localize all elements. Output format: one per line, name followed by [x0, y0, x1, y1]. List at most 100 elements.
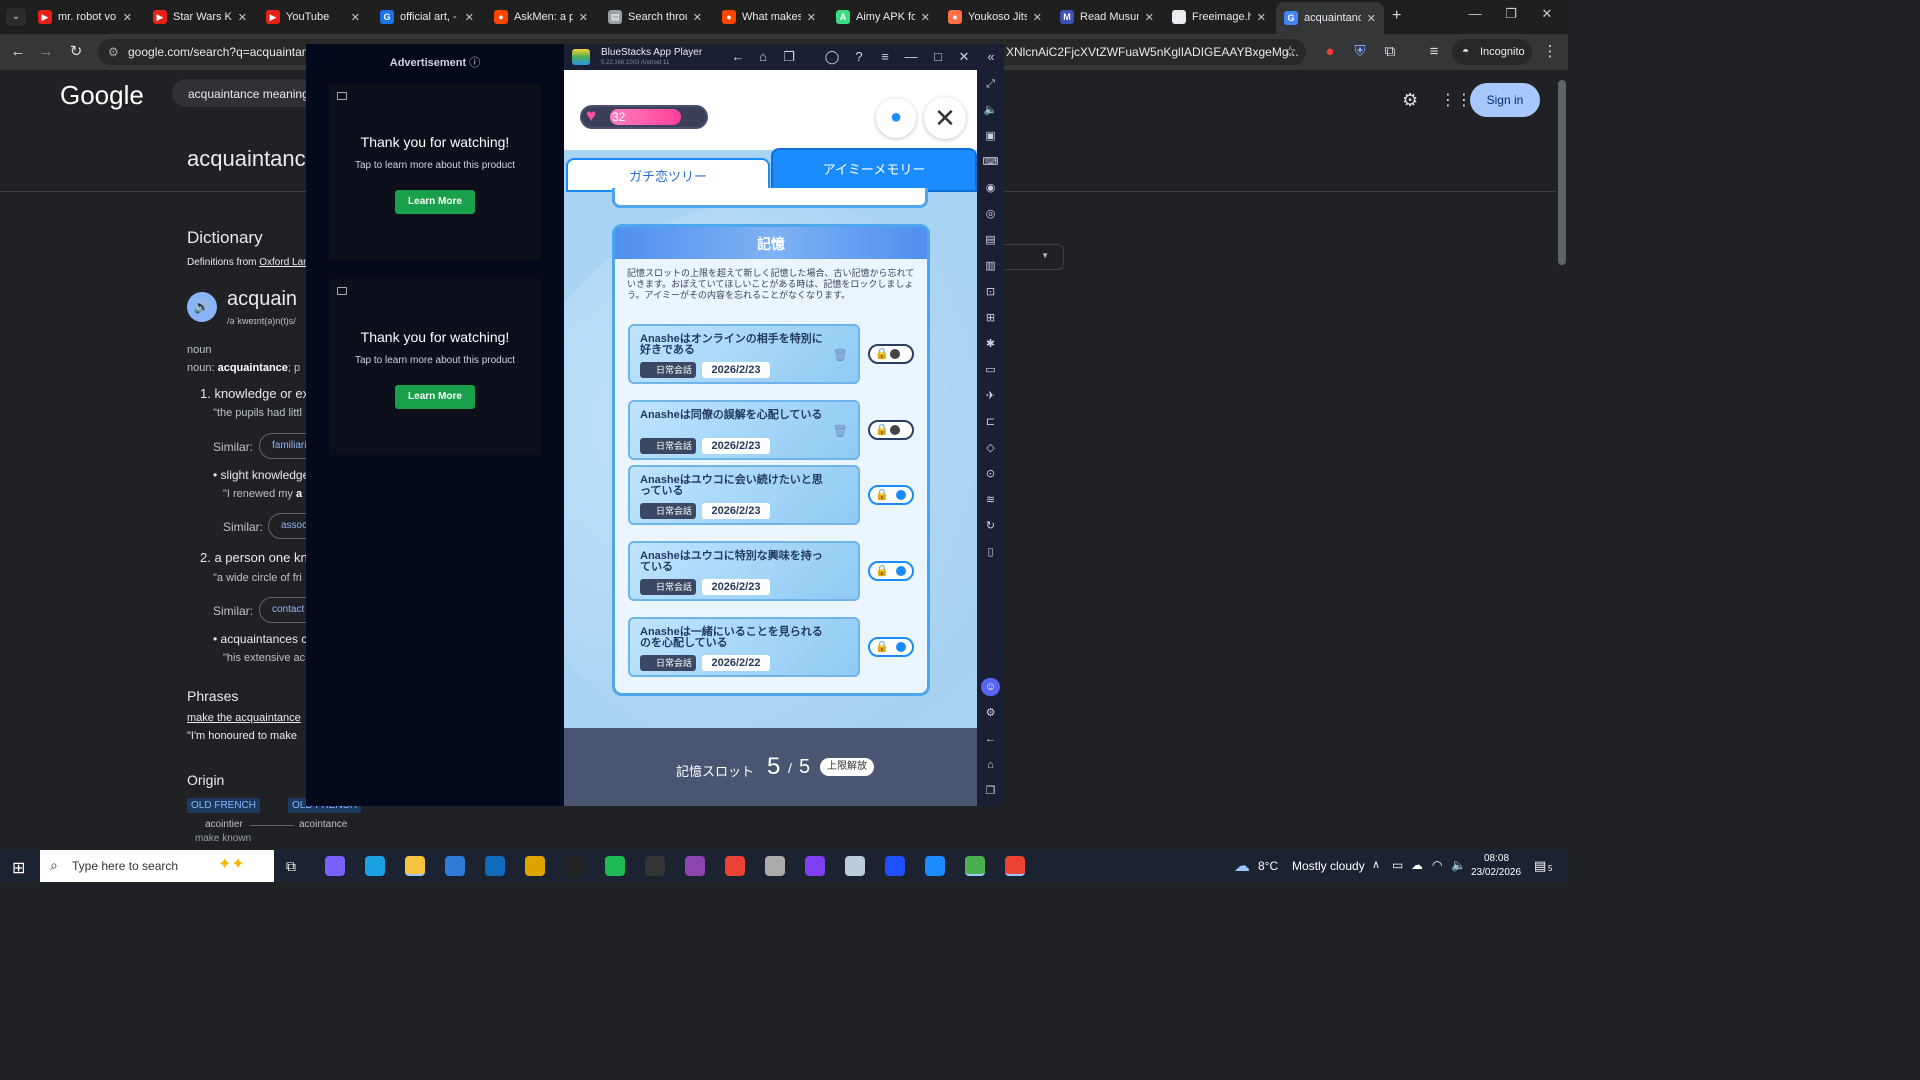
- tab-close-icon[interactable]: ✕: [123, 11, 132, 24]
- clock-time[interactable]: 08:08: [1484, 853, 1509, 864]
- reload-icon[interactable]: ↻: [66, 42, 86, 62]
- app-note-icon[interactable]: [845, 856, 865, 876]
- macro-icon[interactable]: ◉: [981, 179, 1000, 197]
- video-icon[interactable]: ▣: [981, 127, 1000, 145]
- search-box[interactable]: acquaintance meaning: [172, 79, 306, 107]
- tab-gachikoi-tree[interactable]: ガチ恋ツリー: [566, 158, 770, 192]
- shake-icon[interactable]: ◇: [981, 439, 1000, 457]
- browser-tab[interactable]: ▶ mr. robot vo ✕: [30, 4, 140, 30]
- profile-button[interactable]: ●: [876, 98, 916, 138]
- settings-icon[interactable]: ⚙: [981, 704, 1000, 722]
- close-icon[interactable]: ✕: [955, 48, 973, 66]
- location-icon[interactable]: ⊙: [981, 465, 1000, 483]
- tab-close-icon[interactable]: ✕: [1033, 11, 1042, 24]
- tab-close-icon[interactable]: ✕: [1257, 11, 1266, 24]
- source-link[interactable]: Oxford Lan: [259, 257, 308, 268]
- memory-lock-toggle[interactable]: 🔒: [868, 485, 914, 505]
- sign-in-button[interactable]: Sign in: [1470, 83, 1540, 117]
- tab-aimy-memory[interactable]: アイミーメモリー: [771, 148, 977, 192]
- airplane-icon[interactable]: ✈: [981, 387, 1000, 405]
- app-purple-icon[interactable]: [685, 856, 705, 876]
- minimize-icon[interactable]: —: [902, 48, 920, 66]
- gamepad-icon[interactable]: ▤: [981, 231, 1000, 249]
- browser-tab[interactable]: □ Freeimage.h ✕: [1164, 4, 1274, 30]
- scrollbar-thumb[interactable]: [1558, 80, 1566, 265]
- record-icon[interactable]: ⊞: [981, 309, 1000, 327]
- app-dark-icon[interactable]: [645, 856, 665, 876]
- maximize-icon[interactable]: □: [929, 48, 947, 66]
- app-feather-icon[interactable]: [765, 856, 785, 876]
- app-square-icon[interactable]: [925, 856, 945, 876]
- extensions-puzzle-icon[interactable]: ⧉: [1380, 42, 1400, 62]
- google-logo[interactable]: Google: [60, 80, 144, 111]
- memory-lock-toggle[interactable]: 🔒: [868, 637, 914, 657]
- tray-meet-icon[interactable]: ▭: [1392, 858, 1403, 872]
- chrome-icon[interactable]: [525, 856, 545, 876]
- close-game-panel-button[interactable]: ✕: [924, 97, 966, 139]
- notification-icon[interactable]: ▤: [1534, 858, 1546, 874]
- live-app-icon[interactable]: [565, 856, 585, 876]
- phrase-link-1[interactable]: make the acquaintance: [187, 712, 306, 724]
- tab-close-icon[interactable]: ✕: [579, 11, 588, 24]
- page-scrollbar[interactable]: [1556, 70, 1568, 850]
- tab-close-icon[interactable]: ✕: [465, 11, 474, 24]
- forward-icon[interactable]: →: [36, 42, 56, 62]
- tab-search-button[interactable]: ⌄: [6, 8, 26, 26]
- memory-card[interactable]: Anasheはオンラインの相手を特別に好きである 日常会話 2026/2/23 🗑: [628, 324, 860, 384]
- ad-card-2[interactable]: Thank you for watching! Tap to learn mor…: [329, 279, 541, 455]
- extension-red-icon[interactable]: ●: [1320, 42, 1340, 62]
- menu-icon[interactable]: ≡: [876, 48, 894, 66]
- tray-wifi-icon[interactable]: ◠: [1432, 858, 1442, 872]
- browser-tab[interactable]: ● What makes ✕: [714, 4, 824, 30]
- unlock-limit-button[interactable]: 上限解放: [820, 758, 874, 776]
- bookmark-star-icon[interactable]: ☆: [1284, 43, 1297, 60]
- tab-close-icon[interactable]: ✕: [1367, 12, 1376, 25]
- memory-lock-toggle[interactable]: 🔒: [868, 420, 914, 440]
- info-icon[interactable]: ⓘ: [469, 57, 480, 69]
- weather-temp[interactable]: 8°C: [1258, 859, 1278, 873]
- browser-tab[interactable]: ● Youkoso Jits ✕: [940, 4, 1050, 30]
- new-tab-button[interactable]: +: [1392, 7, 1410, 25]
- edge-icon[interactable]: [365, 856, 385, 876]
- learn-more-button[interactable]: Learn More: [395, 385, 475, 409]
- sync-icon[interactable]: ◎: [981, 205, 1000, 223]
- browser-tab[interactable]: Gacquaintanc ✕: [1276, 2, 1384, 34]
- performance-icon[interactable]: ▥: [981, 257, 1000, 275]
- clock-date[interactable]: 23/02/2026: [1471, 867, 1521, 878]
- account-icon[interactable]: ◯: [823, 48, 841, 66]
- screenshot-icon[interactable]: ⊡: [981, 283, 1000, 301]
- home-icon[interactable]: ⌂: [754, 48, 772, 66]
- app-tile-icon[interactable]: [805, 856, 825, 876]
- taskbar-search[interactable]: ⌕ Type here to search ✦✦: [40, 850, 274, 882]
- rotate-icon[interactable]: ⊏: [981, 413, 1000, 431]
- shield-extension-icon[interactable]: ⛨: [1350, 42, 1370, 62]
- copilot-icon[interactable]: [325, 856, 345, 876]
- browser-tab[interactable]: Gofficial art, - ✕: [372, 4, 482, 30]
- learn-more-button[interactable]: Learn More: [395, 190, 475, 214]
- ad-card-1[interactable]: Thank you for watching! Tap to learn mor…: [329, 84, 541, 260]
- collapse-sidebar-icon[interactable]: «: [982, 48, 1000, 66]
- eco-mode-icon[interactable]: ✱: [981, 335, 1000, 353]
- spotify-icon[interactable]: [605, 856, 625, 876]
- store-icon[interactable]: [445, 856, 465, 876]
- minimize-button[interactable]: —: [1460, 6, 1490, 26]
- outlook-icon[interactable]: [485, 856, 505, 876]
- browser-tab[interactable]: A Aimy APK fo ✕: [828, 4, 938, 30]
- browser-tab[interactable]: ▤ Search throu ✕: [600, 4, 710, 30]
- site-info-icon[interactable]: ⚙: [108, 45, 119, 59]
- tray-onedrive-icon[interactable]: ☁: [1411, 858, 1423, 872]
- volume-icon[interactable]: 🔈: [981, 101, 1000, 119]
- layers-icon[interactable]: ≋: [981, 491, 1000, 509]
- back-icon[interactable]: ←: [729, 48, 747, 66]
- browser-tab[interactable]: ▶ Star Wars Kn ✕: [145, 4, 255, 30]
- tray-volume-icon[interactable]: 🔈: [1451, 858, 1466, 872]
- settings-gear-icon[interactable]: ⚙: [1402, 90, 1418, 111]
- sidebar-toggle-icon[interactable]: ▯: [981, 543, 1000, 561]
- memory-card[interactable]: Anasheはユウコに特別な興味を持っている 日常会話 2026/2/23: [628, 541, 860, 601]
- language-dropdown[interactable]: ▼: [1004, 244, 1064, 270]
- refresh-icon[interactable]: ↻: [981, 517, 1000, 535]
- app-blue-icon[interactable]: [885, 856, 905, 876]
- memory-card[interactable]: Anasheは一緒にいることを見られるのを心配している 日常会話 2026/2/22: [628, 617, 860, 677]
- restore-button[interactable]: ❐: [1496, 6, 1526, 26]
- weather-text[interactable]: Mostly cloudy: [1292, 859, 1365, 873]
